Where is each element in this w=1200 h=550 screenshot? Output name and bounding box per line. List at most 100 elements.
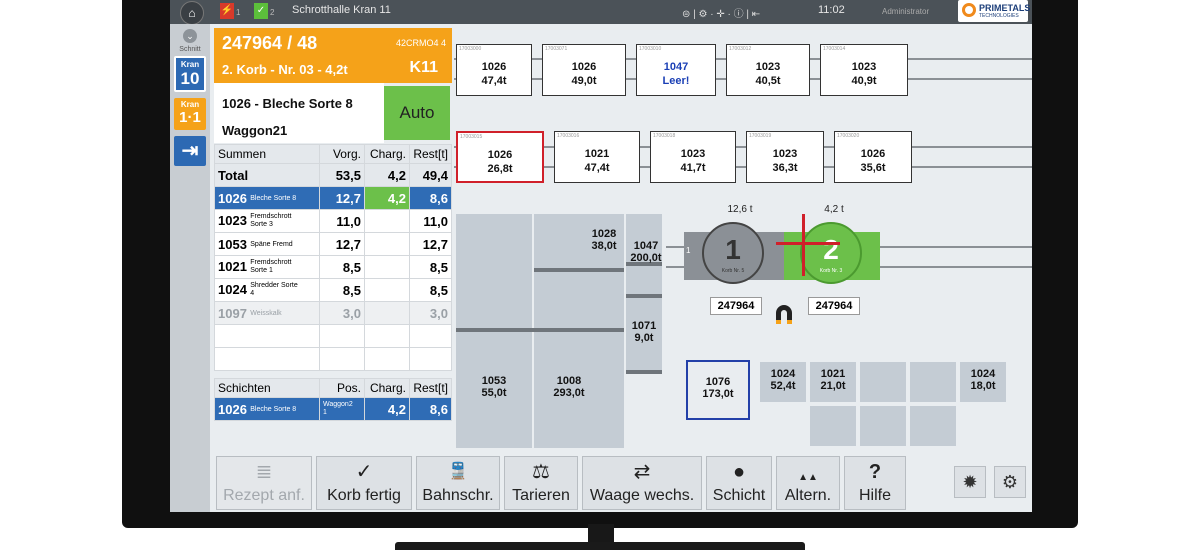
table-row[interactable]: 1021 Fremdschrott Sorte 1 8,5 8,5 [214, 255, 452, 279]
wagon-code: 1026 [571, 61, 597, 73]
table-row[interactable]: 1024 Shredder Sorte 4 8,5 8,5 [214, 278, 452, 302]
crane-crosshair-horizontal [776, 242, 840, 245]
bin-1021[interactable]: 1021 21,0t [810, 362, 856, 402]
waage-wechs-button[interactable]: ⇄ Waage wechs. [582, 456, 702, 510]
basket2-order: 247964 [808, 297, 860, 315]
bin-empty[interactable] [810, 406, 856, 446]
tarieren-button[interactable]: ⚖ Tarieren [504, 456, 578, 510]
kran-11-button[interactable]: Kran 1·1 [174, 98, 206, 130]
wagon-slot[interactable]: 17003019 1023 36,3t [746, 131, 824, 183]
wagon-tag: 17003010 [639, 46, 662, 52]
row-charg [364, 301, 410, 325]
wagon-slot[interactable]: 17003071 1026 49,0t [542, 44, 626, 96]
col-charg: Charg. [364, 144, 410, 164]
bin-weight: 21,0t [820, 380, 846, 392]
list-icon: ≣ [255, 461, 273, 483]
order-header: 247964 / 48 42CRMO4 4 2. Korb - Nr. 03 -… [214, 28, 452, 83]
wagon-tag: 17003016 [557, 133, 580, 139]
bin-1024[interactable]: 1024 52,4t [760, 362, 806, 402]
wagon-slot[interactable]: 17003016 1021 47,4t [554, 131, 640, 183]
col-summen: Summen [214, 144, 320, 164]
bin-weight: 52,4t [770, 380, 796, 392]
basket1-number: 1 [725, 234, 741, 265]
settings-icon[interactable]: ⚙ [994, 466, 1026, 498]
wagon-slot[interactable]: 17003012 1023 40,5t [726, 44, 810, 96]
hilfe-label: Hilfe [858, 487, 891, 504]
user-name: Administrator [882, 7, 930, 16]
altern-button[interactable]: ▲▲ Altern. [776, 456, 840, 510]
order-id: 247964 / 48 [222, 33, 318, 53]
bin-empty[interactable] [860, 362, 906, 402]
col-rest: Rest[t] [409, 144, 452, 164]
table-row[interactable]: 1026 Bleche Sorte 8 12,7 4,2 8,6 [214, 186, 452, 210]
flag-red-icon[interactable]: ⚡ [220, 3, 234, 19]
bin-code: 1024 [770, 368, 796, 380]
row-code: 1026 [218, 190, 247, 206]
bin-empty[interactable] [910, 406, 956, 446]
wagon-slot[interactable]: 17003018 1023 41,7t [650, 131, 736, 183]
flag-check-icon[interactable]: ✓ [254, 3, 268, 19]
wagon-weight: 36,3t [772, 162, 798, 174]
wagon-slot[interactable]: 17003020 1026 35,6t [834, 131, 912, 183]
magnet-icon[interactable] [772, 302, 796, 326]
logo-mark-icon [962, 3, 976, 17]
total-vorg: 53,5 [319, 163, 365, 187]
summary-table: Summen Vorg. Charg. Rest[t] Total 53,5 4… [214, 144, 452, 371]
rezept-label: Rezept anf. [223, 487, 305, 504]
row-charg: 4,2 [364, 186, 410, 210]
wagon-slot[interactable]: 17003014 1023 40,9t [820, 44, 908, 96]
row-code: 1053 [218, 236, 247, 252]
auto-mode-button[interactable]: Auto [384, 86, 450, 140]
wagon-tag: 17003014 [823, 46, 846, 52]
bin-1024b[interactable]: 1024 18,0t [960, 362, 1006, 402]
hilfe-button[interactable]: ? Hilfe [844, 456, 906, 510]
total-rest: 49,4 [409, 163, 452, 187]
bin-1076[interactable]: 1076 173,0t [686, 360, 750, 420]
korb-fertig-button[interactable]: ✓ Korb fertig [316, 456, 412, 510]
wagon-weight: 47,4t [584, 162, 610, 174]
pile-1053: 1053 55,0t [466, 375, 522, 399]
topbar-icons[interactable]: ⊜ | ⚙ · ✛ · ⓘ | ⇤ [682, 5, 760, 20]
pile-code: 1053 [481, 375, 507, 387]
kran2-number: 1·1 [179, 109, 201, 126]
wagon-slot[interactable]: 17003010 1047 Leer! [636, 44, 716, 96]
bin-empty[interactable] [910, 362, 956, 402]
schicht-button[interactable]: ● Schicht [706, 456, 772, 510]
table-row[interactable]: 1053 Späne Fremd 12,7 12,7 [214, 232, 452, 256]
collapse-icon[interactable]: ⌄ [183, 29, 197, 43]
wagon-slot-selected[interactable]: 17003015 1026 26,8t [456, 131, 544, 183]
person-icon: ● [732, 461, 746, 483]
row-pos: Waggon2 1 [323, 401, 353, 416]
table-row[interactable]: 1023 Fremdschrott Sorte 3 11,0 11,0 [214, 209, 452, 233]
hmi-screen: ⌂ ⚡ 1 ✓ 2 Schrotthalle Kran 11 ⊜ | ⚙ · ✛… [170, 0, 1032, 512]
wagon-code: 1026 [487, 149, 513, 161]
row-name: Fremdschrott Sorte 3 [250, 213, 292, 229]
basket-1[interactable]: 1 Korb Nr. 5 [702, 222, 764, 284]
wagon-weight: Leer! [662, 75, 690, 87]
export-icon[interactable]: ⇥ [174, 136, 206, 166]
rezept-button[interactable]: ≣ Rezept anf. [216, 456, 312, 510]
pile-weight: 293,0t [553, 387, 585, 399]
basket2-number: 2 [823, 234, 839, 265]
steel-grade: 42CRMO4 4 [395, 38, 446, 48]
table-row[interactable]: 1097 Weisskalk 3,0 3,0 [214, 301, 452, 325]
scale-icon: ⚖ [532, 461, 550, 483]
brightness-icon[interactable]: ✹ [954, 466, 986, 498]
wagon-slot[interactable]: 17003000 1026 47,4t [456, 44, 532, 96]
kran-10-button[interactable]: Kran 10 [174, 56, 206, 92]
material-name: 1026 - Bleche Sorte 8 [222, 96, 353, 111]
basket1-label: Korb Nr. 5 [721, 268, 745, 274]
bin-empty[interactable] [860, 406, 906, 446]
flag1-sub: 1 [236, 8, 241, 17]
row-charg [364, 232, 410, 256]
row-code: 1024 [218, 281, 247, 297]
table-row[interactable]: 1026 Bleche Sorte 8 Waggon2 1 4,2 8,6 [214, 397, 452, 421]
track-number: 1 [686, 246, 691, 255]
pile-1008: 1008 293,0t [534, 375, 604, 399]
home-icon[interactable]: ⌂ [180, 1, 204, 25]
top-bar: ⌂ ⚡ 1 ✓ 2 Schrotthalle Kran 11 ⊜ | ⚙ · ✛… [170, 0, 1032, 25]
bahnschr-button[interactable]: 🚆 Bahnschr. [416, 456, 500, 510]
wagon-weight: 49,0t [571, 75, 597, 87]
col-rest: Rest[t] [409, 378, 452, 398]
basket-2[interactable]: 2 Korb Nr. 3 [800, 222, 862, 284]
